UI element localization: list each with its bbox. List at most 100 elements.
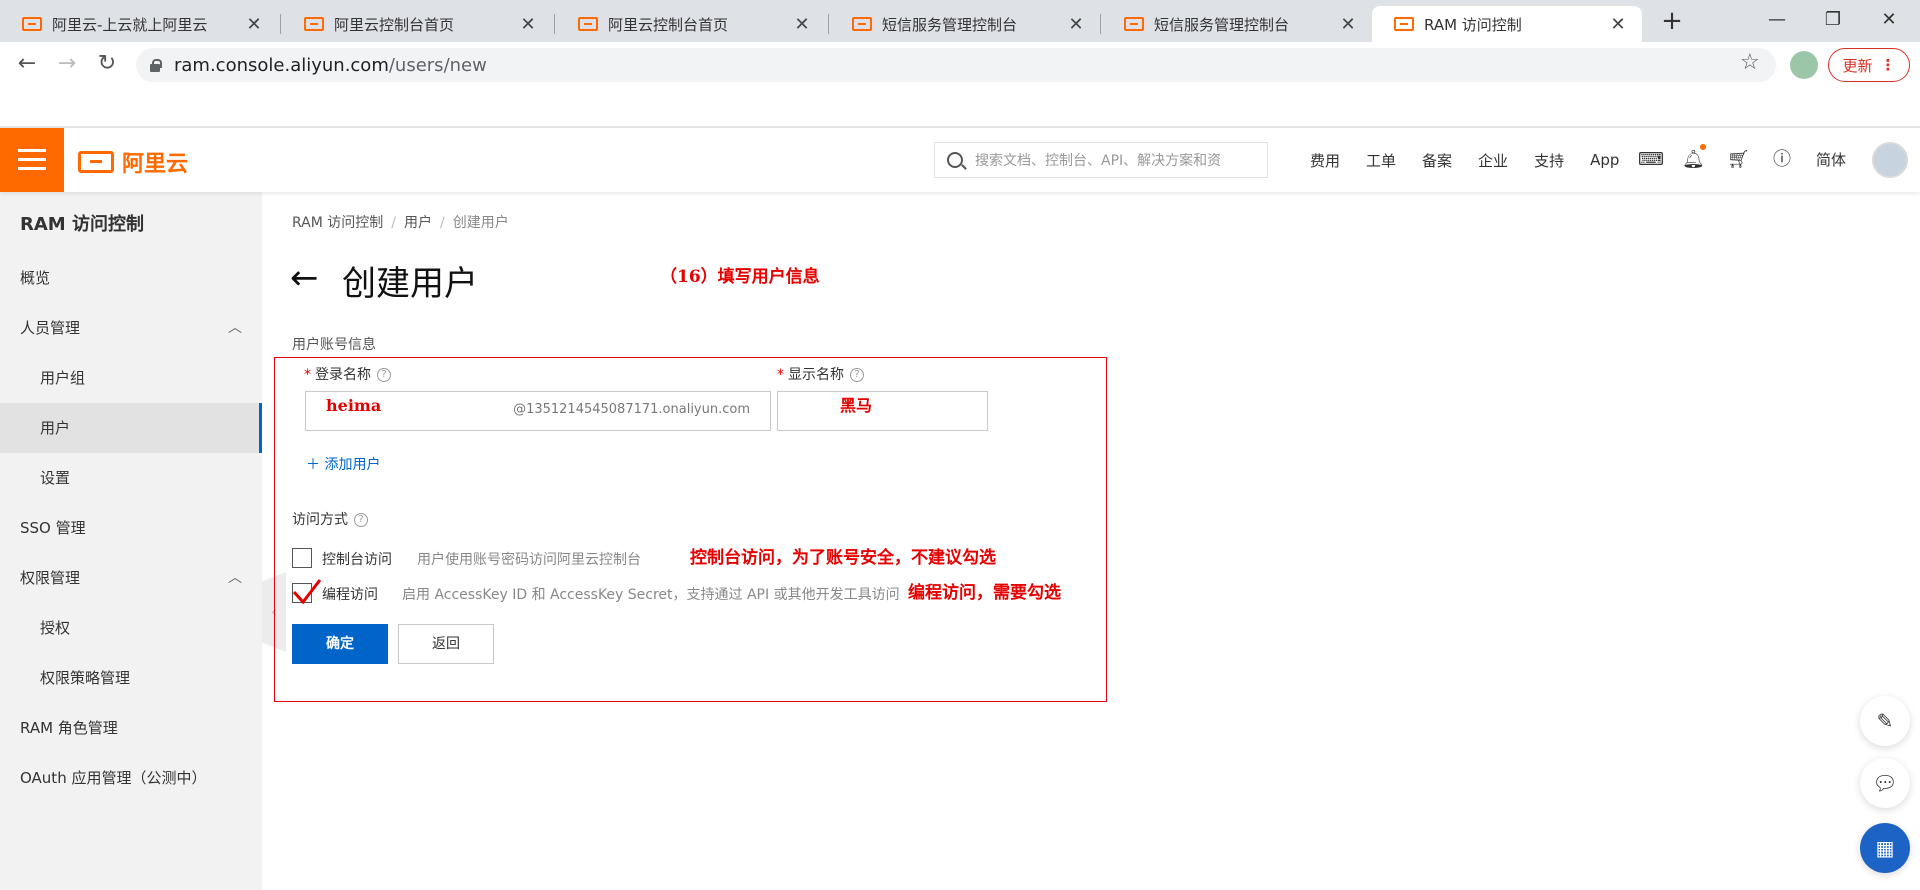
aliyun-logo-icon xyxy=(78,151,114,173)
bell-icon[interactable]: 🔔︎ xyxy=(1682,150,1705,170)
login-name-domain-suffix: @1351214545087171.onaliyun.com xyxy=(513,402,750,417)
aliyun-favicon-icon xyxy=(1124,17,1144,31)
browser-tab[interactable]: 短信服务管理控制台 ✕ xyxy=(830,6,1100,42)
browser-tab[interactable]: 短信服务管理控制台 ✕ xyxy=(1102,6,1372,42)
tab-title: 阿里云-上云就上阿里云 xyxy=(52,15,208,34)
close-icon[interactable]: ✕ xyxy=(1608,14,1628,35)
browser-tab[interactable]: 阿里云控制台首页 ✕ xyxy=(282,6,552,42)
user-avatar[interactable] xyxy=(1872,142,1908,178)
console-access-description: 用户使用账号密码访问阿里云控制台 xyxy=(417,552,641,568)
sidebar-item-sso[interactable]: SSO 管理 xyxy=(0,503,262,553)
annotation-step: （16）填写用户信息 xyxy=(660,267,820,287)
aliyun-logo[interactable]: 阿里云 xyxy=(78,146,188,178)
reload-icon[interactable]: ↻ xyxy=(92,50,122,80)
page-title: 创建用户 xyxy=(342,264,478,304)
bookmark-star-icon[interactable]: ☆ xyxy=(1740,50,1760,75)
sidebar-item-label: RAM 角色管理 xyxy=(20,719,118,737)
console-access-checkbox[interactable] xyxy=(292,548,312,568)
top-nav-links: 费用 工单 备案 企业 支持 App xyxy=(1310,128,1645,192)
sidebar-item-policies[interactable]: 权限策略管理 xyxy=(0,653,262,703)
update-button[interactable]: 更新 ⋮ xyxy=(1828,48,1910,82)
display-name-field[interactable]: 黑马 xyxy=(777,391,988,431)
sidebar-item-grants[interactable]: 授权 xyxy=(0,603,262,653)
nav-link-support[interactable]: 支持 xyxy=(1534,150,1564,171)
sidebar-item-roles[interactable]: RAM 角色管理 xyxy=(0,703,262,753)
confirm-button[interactable]: 确定 xyxy=(292,624,388,664)
sidebar-item-label: 权限策略管理 xyxy=(40,669,131,687)
required-asterisk: * xyxy=(777,367,784,383)
required-asterisk: * xyxy=(304,367,311,383)
display-name-label: * 显示名称? xyxy=(777,364,864,384)
browser-tab[interactable]: 阿里云控制台首页 ✕ xyxy=(556,6,826,42)
back-button[interactable]: 返回 xyxy=(398,624,494,664)
nav-link-app[interactable]: App xyxy=(1590,151,1619,169)
console-top-nav: 阿里云 搜索文档、控制台、API、解决方案和资 费用 工单 备案 企业 支持 A… xyxy=(0,128,1920,192)
login-name-value: heima xyxy=(326,396,382,415)
feedback-edit-icon[interactable]: ✎ xyxy=(1860,696,1910,746)
restore-icon[interactable]: ❐ xyxy=(1810,0,1856,40)
apps-grid-icon[interactable]: ▦ xyxy=(1860,823,1910,873)
console-search-input[interactable]: 搜索文档、控制台、API、解决方案和资 xyxy=(934,142,1268,178)
close-window-icon[interactable]: ✕ xyxy=(1866,0,1912,40)
browser-tab-active[interactable]: RAM 访问控制 ✕ xyxy=(1372,6,1642,42)
new-tab-button[interactable]: + xyxy=(1656,6,1688,38)
breadcrumb-item[interactable]: 用户 xyxy=(404,215,432,231)
sidebar-item-permissions[interactable]: 权限管理 ︿ xyxy=(0,553,262,603)
nav-link-fees[interactable]: 费用 xyxy=(1310,150,1340,171)
tab-title: 短信服务管理控制台 xyxy=(882,15,1018,34)
sidebar-item-label: 用户 xyxy=(40,419,71,437)
sidebar-item-settings[interactable]: 设置 xyxy=(0,453,262,503)
close-icon[interactable]: ✕ xyxy=(1338,14,1358,35)
breadcrumb-item[interactable]: RAM 访问控制 xyxy=(292,215,383,231)
tab-title: 阿里云控制台首页 xyxy=(334,15,455,34)
sidebar-item-overview[interactable]: 概览 xyxy=(0,253,262,303)
lock-icon[interactable] xyxy=(150,59,162,72)
red-check-mark-icon xyxy=(292,579,322,605)
hamburger-menu-icon[interactable] xyxy=(0,128,64,192)
close-icon[interactable]: ✕ xyxy=(792,14,812,35)
browser-tab[interactable]: 阿里云-上云就上阿里云 ✕ xyxy=(0,6,278,42)
sidebar-item-label: 授权 xyxy=(40,619,71,637)
nav-link-enterprise[interactable]: 企业 xyxy=(1478,150,1508,171)
terminal-icon[interactable]: ⌨ xyxy=(1638,150,1664,170)
sidebar-item-identities[interactable]: 人员管理 ︿ xyxy=(0,303,262,353)
sidebar-item-users[interactable]: 用户 xyxy=(0,403,262,453)
url-domain: ram.console.aliyun.com xyxy=(174,54,389,76)
help-circle-icon[interactable]: ? xyxy=(850,368,864,382)
tab-divider xyxy=(828,14,829,34)
close-icon[interactable]: ✕ xyxy=(518,14,538,35)
help-icon[interactable]: ⓘ xyxy=(1772,150,1792,170)
profile-avatar[interactable] xyxy=(1790,51,1818,79)
aliyun-favicon-icon xyxy=(1394,17,1414,31)
minimize-icon[interactable]: — xyxy=(1754,0,1800,40)
section-account-info: 用户账号信息 xyxy=(292,337,376,353)
search-placeholder: 搜索文档、控制台、API、解决方案和资 xyxy=(975,153,1222,169)
console-access-label[interactable]: 控制台访问 xyxy=(322,549,392,569)
language-switch[interactable]: 简体 xyxy=(1816,149,1846,170)
nav-link-icp[interactable]: 备案 xyxy=(1422,150,1452,171)
forward-icon[interactable]: → xyxy=(52,50,82,80)
close-icon[interactable]: ✕ xyxy=(1066,14,1086,35)
address-bar[interactable]: ram.console.aliyun.com/users/new xyxy=(136,48,1776,82)
nav-link-tickets[interactable]: 工单 xyxy=(1366,150,1396,171)
add-user-label: 添加用户 xyxy=(324,457,381,473)
chevron-up-icon: ︿ xyxy=(228,320,242,336)
help-circle-icon[interactable]: ? xyxy=(377,368,391,382)
sidebar-item-user-groups[interactable]: 用户组 xyxy=(0,353,262,403)
chat-bubble-icon[interactable]: 💬︎ xyxy=(1860,758,1910,808)
add-user-link[interactable]: ＋ 添加用户 xyxy=(306,454,380,474)
programmatic-access-label[interactable]: 编程访问 xyxy=(322,584,378,604)
back-arrow-icon[interactable]: ← xyxy=(290,258,319,298)
cart-icon[interactable]: 🛒︎ xyxy=(1727,150,1750,170)
login-name-field[interactable]: heima @1351214545087171.onaliyun.com xyxy=(305,391,771,431)
close-icon[interactable]: ✕ xyxy=(244,14,264,35)
back-icon[interactable]: ← xyxy=(12,50,42,80)
search-icon xyxy=(947,152,963,168)
aliyun-favicon-icon xyxy=(578,17,598,31)
sidebar-item-oauth[interactable]: OAuth 应用管理（公测中） xyxy=(0,753,262,803)
help-circle-icon[interactable]: ? xyxy=(354,513,368,527)
sidebar-title: RAM 访问控制 xyxy=(20,214,144,235)
more-vertical-icon: ⋮ xyxy=(1880,56,1896,74)
annotation-console-access: 控制台访问，为了账号安全，不建议勾选 xyxy=(690,548,996,568)
tab-title: 阿里云控制台首页 xyxy=(608,15,729,34)
